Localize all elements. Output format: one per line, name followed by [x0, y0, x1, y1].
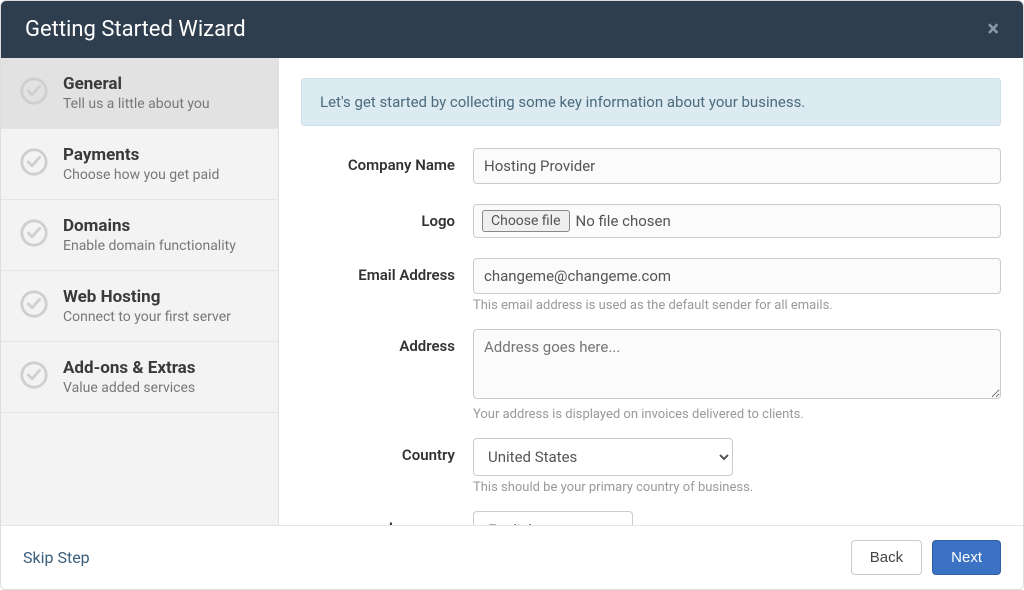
row-logo: Logo Choose file No file chosen [301, 204, 1001, 252]
sidebar-item-subtitle: Connect to your first server [63, 309, 260, 325]
modal-title: Getting Started Wizard [25, 17, 246, 42]
sidebar-item-subtitle: Tell us a little about you [63, 96, 260, 112]
sidebar-item-subtitle: Choose how you get paid [63, 167, 260, 183]
sidebar-item-payments[interactable]: Payments Choose how you get paid [1, 129, 278, 200]
close-icon[interactable]: × [987, 17, 999, 42]
next-button[interactable]: Next [932, 540, 1001, 575]
sidebar-item-title: Add-ons & Extras [63, 358, 260, 378]
sidebar-item-text: Payments Choose how you get paid [63, 145, 260, 183]
modal-footer: Skip Step Back Next [1, 525, 1023, 589]
modal-header: Getting Started Wizard × [1, 1, 1023, 58]
address-textarea[interactable] [473, 329, 1001, 399]
email-input[interactable] [473, 258, 1001, 294]
file-status: No file chosen [576, 212, 671, 230]
label-address: Address [301, 329, 473, 355]
sidebar-item-title: Payments [63, 145, 260, 165]
logo-file-wrap: Choose file No file chosen [473, 204, 1001, 238]
footer-buttons: Back Next [851, 540, 1001, 575]
back-button[interactable]: Back [851, 540, 922, 575]
label-country: Country [301, 438, 473, 464]
row-country: Country United States This should be you… [301, 438, 1001, 505]
language-select[interactable]: English [473, 511, 633, 525]
wizard-modal: Getting Started Wizard × General Tell us… [0, 0, 1024, 590]
help-email: This email address is used as the defaul… [473, 298, 1001, 313]
row-email: Email Address This email address is used… [301, 258, 1001, 323]
choose-file-button[interactable]: Choose file [482, 210, 570, 232]
sidebar-item-general[interactable]: General Tell us a little about you [1, 58, 278, 129]
row-language: Language English Determines the language… [301, 511, 1001, 525]
row-address: Address Your address is displayed on inv… [301, 329, 1001, 432]
modal-body: General Tell us a little about you Payme… [1, 58, 1023, 525]
sidebar-item-domains[interactable]: Domains Enable domain functionality [1, 200, 278, 271]
check-circle-icon [19, 218, 49, 248]
row-company-name: Company Name [301, 148, 1001, 198]
label-logo: Logo [301, 204, 473, 230]
sidebar-item-text: Add-ons & Extras Value added services [63, 358, 260, 396]
sidebar-item-text: Web Hosting Connect to your first server [63, 287, 260, 325]
sidebar-item-title: Web Hosting [63, 287, 260, 307]
label-company-name: Company Name [301, 148, 473, 174]
sidebar-item-title: General [63, 74, 260, 94]
country-select[interactable]: United States [473, 438, 733, 476]
sidebar-item-addons[interactable]: Add-ons & Extras Value added services [1, 342, 278, 413]
help-country: This should be your primary country of b… [473, 480, 1001, 495]
sidebar-item-text: General Tell us a little about you [63, 74, 260, 112]
intro-banner: Let's get started by collecting some key… [301, 78, 1001, 126]
sidebar-item-title: Domains [63, 216, 260, 236]
label-language: Language [301, 511, 473, 525]
sidebar-item-text: Domains Enable domain functionality [63, 216, 260, 254]
company-name-input[interactable] [473, 148, 1001, 184]
check-circle-icon [19, 147, 49, 177]
wizard-sidebar: General Tell us a little about you Payme… [1, 58, 279, 525]
sidebar-item-webhosting[interactable]: Web Hosting Connect to your first server [1, 271, 278, 342]
help-address: Your address is displayed on invoices de… [473, 407, 1001, 422]
label-email: Email Address [301, 258, 473, 284]
sidebar-item-subtitle: Value added services [63, 380, 260, 396]
check-circle-icon [19, 289, 49, 319]
skip-step-link[interactable]: Skip Step [23, 548, 90, 567]
check-circle-icon [19, 360, 49, 390]
sidebar-item-subtitle: Enable domain functionality [63, 238, 260, 254]
wizard-main: Let's get started by collecting some key… [279, 58, 1023, 525]
check-circle-icon [19, 76, 49, 106]
